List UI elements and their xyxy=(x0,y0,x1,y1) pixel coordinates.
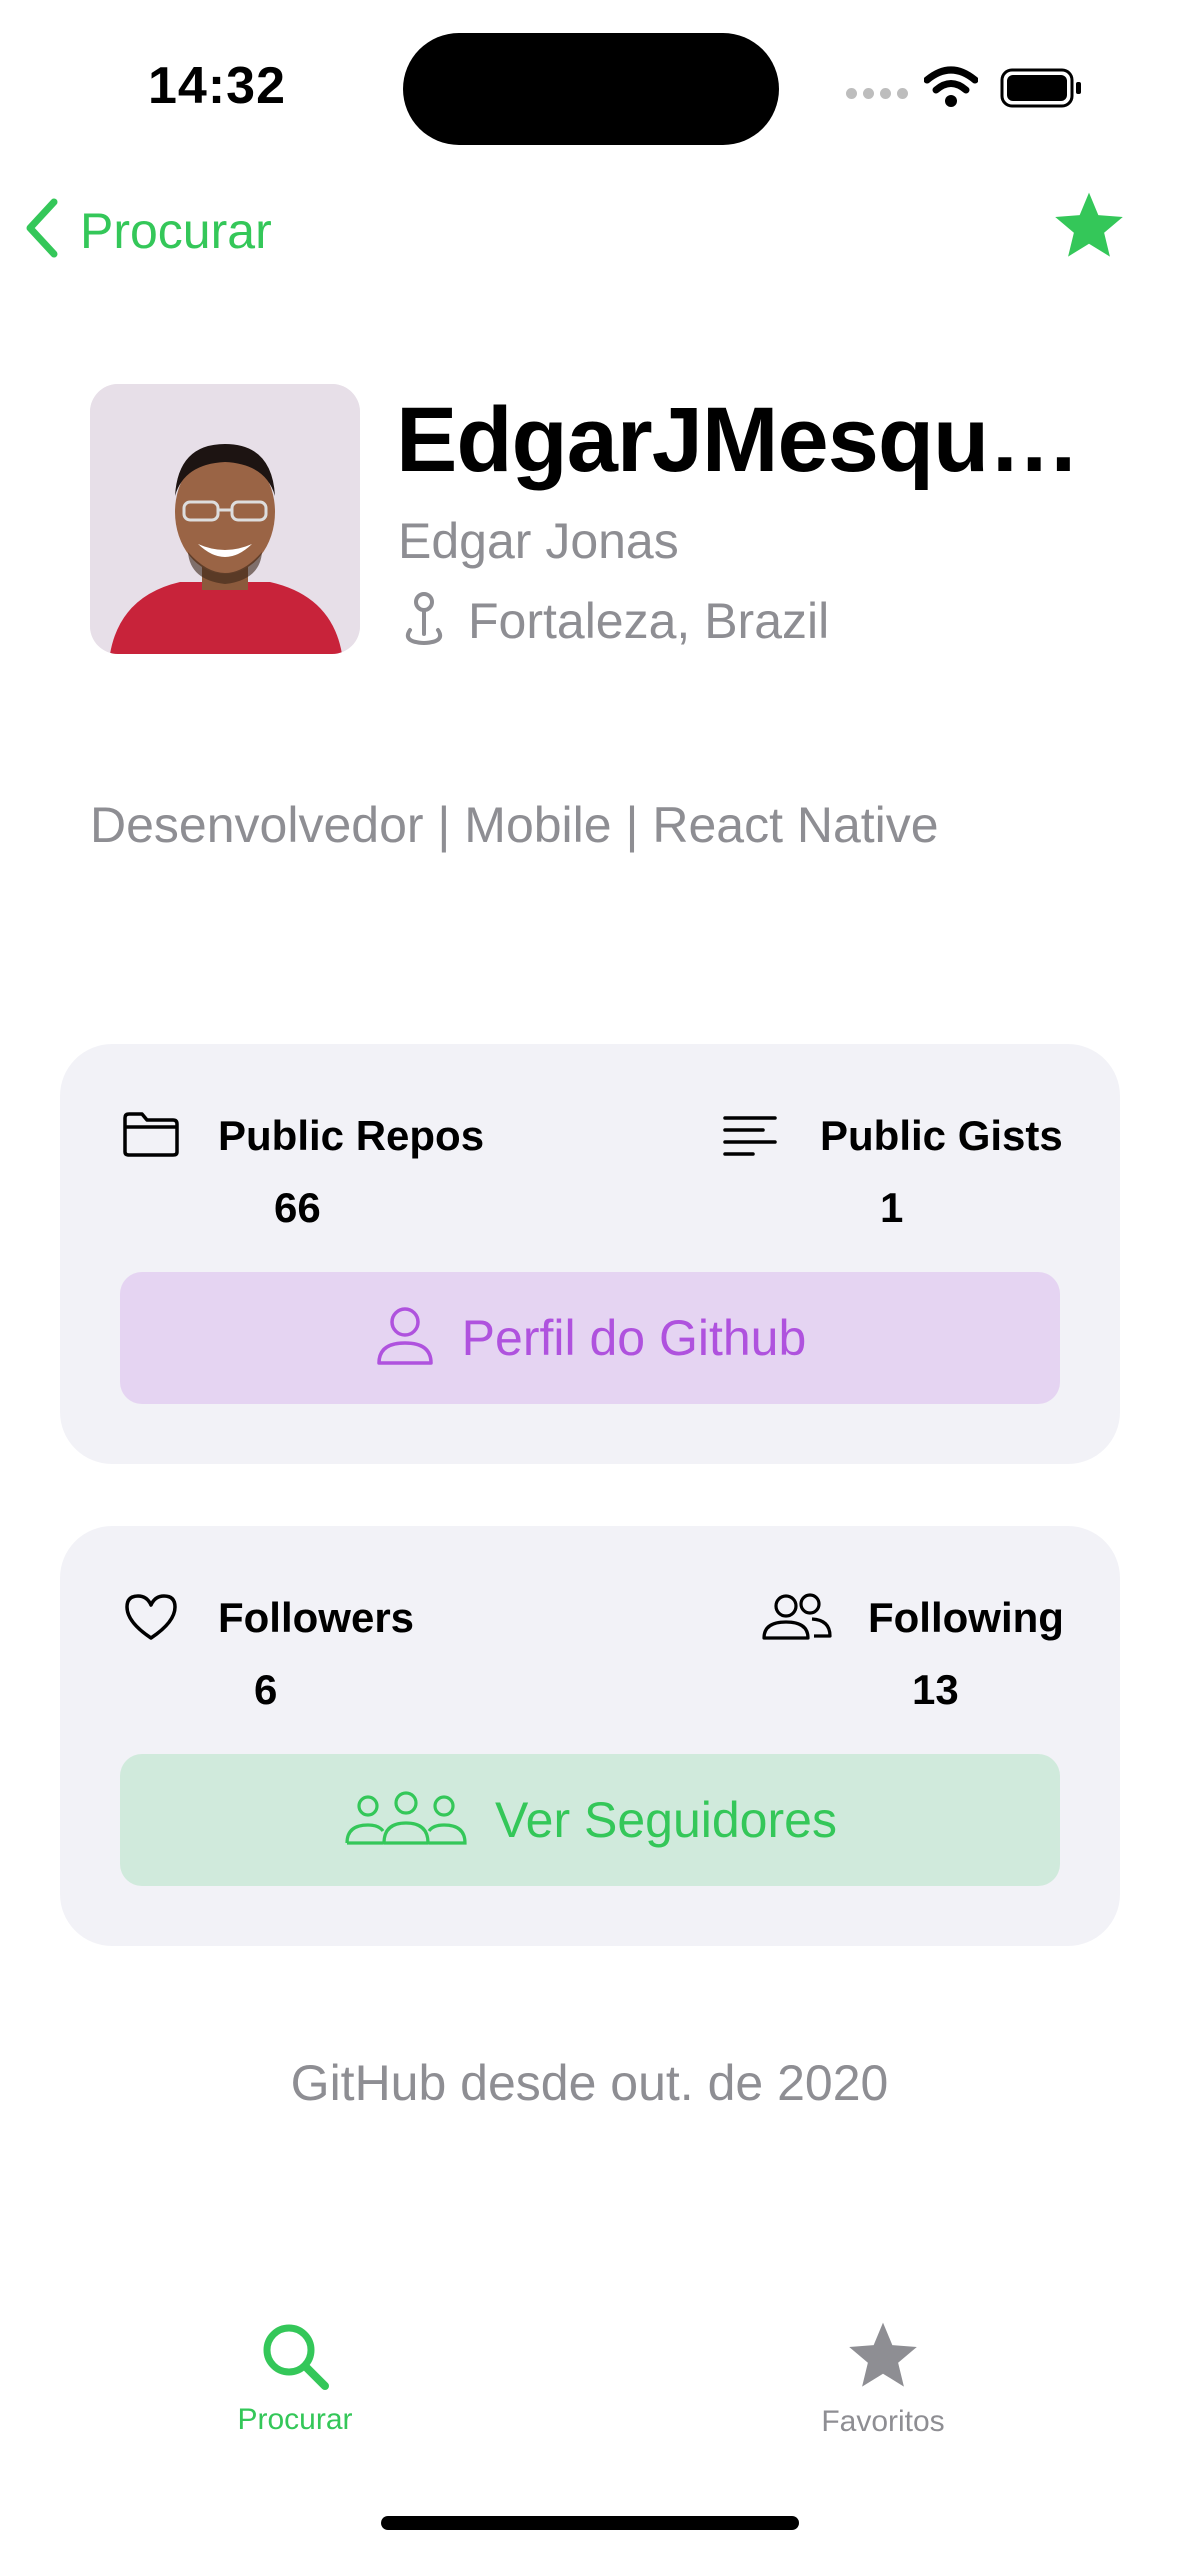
public-gists-value: 1 xyxy=(880,1184,904,1231)
back-button[interactable]: Procurar xyxy=(22,196,272,265)
favorite-star-icon[interactable] xyxy=(1050,190,1128,269)
public-repos-value: 66 xyxy=(274,1184,321,1231)
followers-card: Followers 6 Following 13 Ver Seguidores xyxy=(60,1526,1120,1946)
following-label: Following xyxy=(868,1594,1064,1641)
chevron-left-icon xyxy=(22,196,62,265)
star-icon xyxy=(844,2320,922,2399)
home-indicator[interactable] xyxy=(381,2516,799,2530)
search-icon xyxy=(259,2320,331,2397)
location: Fortaleza, Brazil xyxy=(398,590,829,651)
battery-icon xyxy=(1000,68,1084,115)
github-profile-button-label: Perfil do Github xyxy=(461,1310,807,1366)
repos-card: Public Repos 66 Public Gists 1 Perfil do… xyxy=(60,1044,1120,1464)
github-profile-button[interactable]: Perfil do Github xyxy=(120,1272,1060,1404)
back-button-label: Procurar xyxy=(80,202,272,259)
person-3-icon xyxy=(343,1789,469,1852)
following-value: 13 xyxy=(912,1666,959,1713)
location-text: Fortaleza, Brazil xyxy=(468,592,830,649)
status-time: 14:32 xyxy=(148,57,286,115)
public-gists-label: Public Gists xyxy=(820,1112,1063,1159)
public-repos-label: Public Repos xyxy=(218,1112,485,1159)
person-icon xyxy=(374,1305,436,1372)
bio: Desenvolvedor | Mobile | React Native xyxy=(90,797,939,853)
avatar xyxy=(90,384,360,654)
tab-procurar-label: Procurar xyxy=(237,2403,353,2436)
full-name: Edgar Jonas xyxy=(398,513,679,569)
person-2-icon xyxy=(760,1592,834,1647)
wifi-icon xyxy=(923,66,979,113)
tab-favoritos[interactable]: Favoritos xyxy=(733,2320,1033,2439)
username: EdgarJMesqui… xyxy=(396,389,1086,491)
github-member-since: GitHub desde out. de 2020 xyxy=(290,2055,889,2111)
tab-procurar[interactable]: Procurar xyxy=(145,2320,445,2437)
mappin-icon xyxy=(398,590,450,651)
followers-value: 6 xyxy=(254,1666,278,1713)
text-align-left-icon xyxy=(722,1114,778,1163)
tab-favoritos-label: Favoritos xyxy=(821,2405,945,2438)
dynamic-island xyxy=(403,33,779,145)
followers-label: Followers xyxy=(218,1594,415,1641)
view-followers-button[interactable]: Ver Seguidores xyxy=(120,1754,1060,1886)
heart-icon xyxy=(124,1592,178,1647)
folder-icon xyxy=(122,1110,180,1163)
view-followers-button-label: Ver Seguidores xyxy=(495,1792,837,1848)
cellular-signal-icon xyxy=(846,88,908,99)
